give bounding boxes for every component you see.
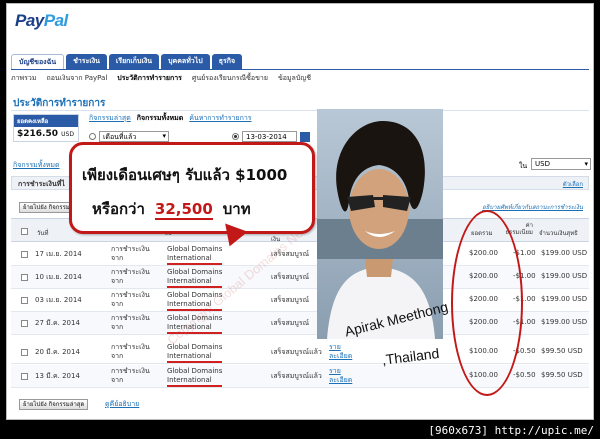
image-footer: [960x673] http://upic.me/ xyxy=(428,424,594,437)
balance-amount: $216.50 USD xyxy=(17,129,74,139)
row-net: $199.00 USD xyxy=(541,318,588,326)
tab-divider xyxy=(11,69,589,70)
filter-all[interactable]: กิจกรรมทั้งหมด xyxy=(137,113,184,124)
callout-bubble: เพียงเดือนเศษๆ รับแล้ว $1000 หรือกว่า 32,… xyxy=(69,142,315,234)
paypal-page: PayPal บัญชีของฉัน ชำระเงิน เรียกเก็บเงิ… xyxy=(6,3,594,420)
period-select[interactable]: เดือนที่แล้ว xyxy=(99,131,169,142)
select-all-checkbox[interactable] xyxy=(21,228,28,235)
period-radio[interactable] xyxy=(89,133,96,140)
row-type: การชำระเงิน จาก xyxy=(111,268,150,285)
tab-request-money[interactable]: เรียกเก็บเงิน xyxy=(108,54,160,69)
row-status: เสร็จสมบูรณ์ xyxy=(271,319,310,327)
row-net: $199.00 USD xyxy=(541,295,588,303)
tab-my-account[interactable]: บัญชีของฉัน xyxy=(11,54,65,69)
row-checkbox[interactable] xyxy=(21,251,28,258)
row-checkbox[interactable] xyxy=(21,349,28,356)
sub-navigation: ภาพรวม ถอนเงินจาก PayPal ประวัติการทำราย… xyxy=(11,73,311,84)
tab-send-money[interactable]: ชำระเงิน xyxy=(66,54,107,69)
row-date: 03 เม.ย. 2014 xyxy=(35,296,82,304)
row-status: เสร็จสมบูรณ์ xyxy=(271,296,310,304)
callout-amount: 32,500 xyxy=(154,200,213,220)
period-option: เดือนที่แล้ว xyxy=(89,131,169,142)
calendar-icon[interactable] xyxy=(300,131,310,142)
options-link[interactable]: ตัวเลือก xyxy=(563,179,583,189)
row-type: การชำระเงิน จาก xyxy=(111,367,150,384)
header-date[interactable]: วันที่ xyxy=(37,228,48,238)
all-activity-link[interactable]: กิจกรรมทั้งหมด xyxy=(13,160,60,171)
row-name[interactable]: Global Domains International xyxy=(167,268,223,288)
row-date: 13 มี.ค. 2014 xyxy=(35,372,80,380)
highlight-ellipse xyxy=(451,210,523,396)
row-net: $99.50 USD xyxy=(541,347,583,355)
status-glossary-link[interactable]: อธิบายศัพท์เกี่ยวกับสถานะการชำระเงิน xyxy=(482,202,583,212)
row-checkbox[interactable] xyxy=(21,320,28,327)
tab-personal[interactable]: บุคคลทั่วไป xyxy=(161,54,210,69)
main-tabs: บัญชีของฉัน ชำระเงิน เรียกเก็บเงิน บุคคล… xyxy=(11,54,243,69)
row-name[interactable]: Global Domains International xyxy=(167,367,223,387)
balance-header: ยอดคงเหลือ xyxy=(14,115,78,127)
currency-label: ใน xyxy=(519,162,528,170)
row-details-link[interactable]: ราย ละเอียด xyxy=(329,343,352,361)
paypal-logo[interactable]: PayPal xyxy=(15,11,68,31)
callout-line1: เพียงเดือนเศษๆ รับแล้ว $1000 xyxy=(82,166,288,184)
row-status: เสร็จสมบูรณ์ xyxy=(271,273,310,281)
filter-recent[interactable]: กิจกรรมล่าสุด xyxy=(89,113,131,124)
date-radio[interactable] xyxy=(232,133,239,140)
subnav-resolution-center[interactable]: ศูนย์รองเรียนกรณีซื้อขาย xyxy=(192,73,268,84)
date-input[interactable]: 13-03-2014 xyxy=(242,131,297,142)
row-checkbox[interactable] xyxy=(21,373,28,380)
header-net: จำนวนเงินสุทธิ xyxy=(539,230,578,237)
filter-tabs: กิจกรรมล่าสุด กิจกรรมทั้งหมด ค้นหาการทำร… xyxy=(89,113,252,124)
page-title: ประวัติการทำรายการ xyxy=(13,98,106,109)
row-net: $99.50 USD xyxy=(541,371,583,379)
row-status: เสร็จสมบูรณ์แล้ว xyxy=(271,372,322,380)
date-option: 13-03-2014 xyxy=(232,131,310,142)
subnav-history[interactable]: ประวัติการทำรายการ xyxy=(117,73,182,84)
filter-search[interactable]: ค้นหาการทำรายการ xyxy=(189,113,251,124)
row-name[interactable]: Global Domains International xyxy=(167,245,223,265)
title-divider xyxy=(11,110,589,111)
row-fee: -$0.50 xyxy=(513,371,536,379)
row-checkbox[interactable] xyxy=(21,297,28,304)
row-type: การชำระเงิน จาก xyxy=(111,291,150,308)
balance-box: ยอดคงเหลือ $216.50 USD xyxy=(13,114,79,142)
row-net: $199.00 USD xyxy=(541,249,588,257)
row-status: เสร็จสมบูรณ์แล้ว xyxy=(271,348,322,356)
subnav-profile[interactable]: ข้อมูลบัญชี xyxy=(278,73,311,84)
currency-select[interactable]: USD xyxy=(531,158,591,170)
archive-button-bottom[interactable]: ย้ายไปยัง กิจกรรมล่าสุด xyxy=(19,399,89,410)
tab-business[interactable]: ธุรกิจ xyxy=(211,54,243,69)
row-checkbox[interactable] xyxy=(21,274,28,281)
row-details-link[interactable]: ราย ละเอียด xyxy=(329,367,352,385)
row-net: $199.00 USD xyxy=(541,272,588,280)
subnav-withdraw[interactable]: ถอนเงินจาก PayPal xyxy=(46,73,107,84)
callout-line2: หรือกว่า 32,500 บาท xyxy=(92,200,251,220)
row-date: 17 เม.ย. 2014 xyxy=(35,250,82,258)
row-type: การชำระเงิน จาก xyxy=(111,343,150,360)
row-date: 27 มี.ค. 2014 xyxy=(35,319,80,327)
row-type: การชำระเงิน จาก xyxy=(111,314,150,331)
legend-link[interactable]: ดูคีย์อธิบาย xyxy=(105,399,139,410)
subnav-overview[interactable]: ภาพรวม xyxy=(11,73,36,84)
row-type: การชำระเงิน จาก xyxy=(111,245,150,262)
row-date: 10 เม.ย. 2014 xyxy=(35,273,82,281)
row-date: 20 มี.ค. 2014 xyxy=(35,348,80,356)
